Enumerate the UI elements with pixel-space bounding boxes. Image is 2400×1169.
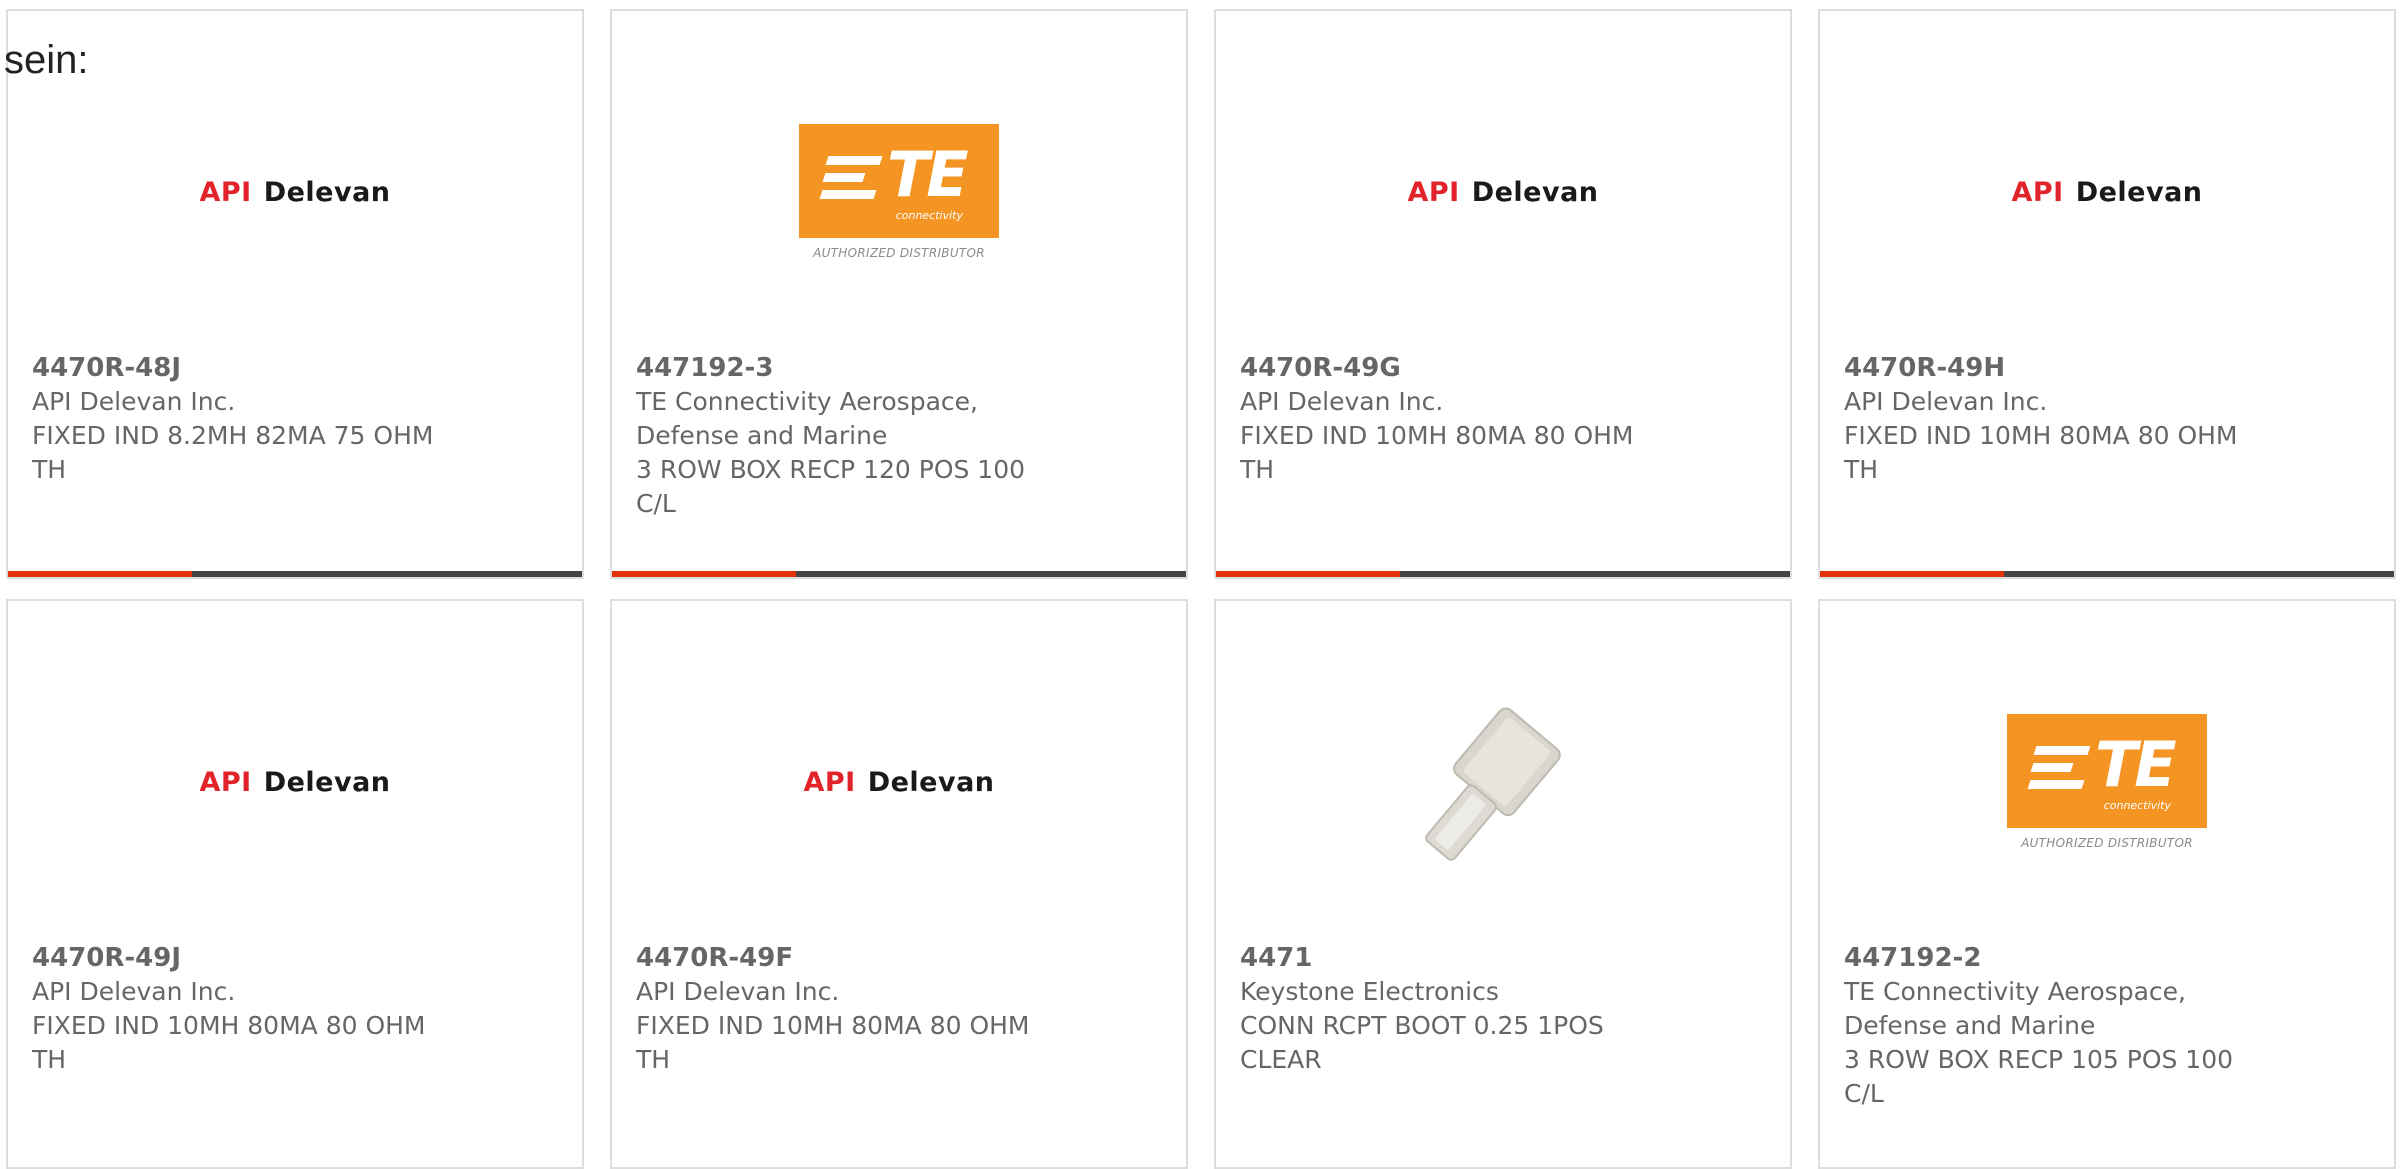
product-card[interactable]: API Delevan 4470R-49G API Delevan Inc. FI… bbox=[1214, 9, 1792, 579]
product-info: 4470R-49G API Delevan Inc. FIXED IND 10M… bbox=[1240, 351, 1680, 487]
connector-boot-image bbox=[1403, 682, 1603, 882]
product-card[interactable]: TE connectivity AUTHORIZED DISTRIBUTOR 4… bbox=[1818, 599, 2396, 1169]
manufacturer-name: API Delevan Inc. bbox=[636, 977, 840, 1006]
manufacturer-logo: API Delevan bbox=[1216, 97, 1790, 287]
part-number[interactable]: 4470R-48J bbox=[32, 351, 472, 385]
manufacturer-logo: API Delevan bbox=[1820, 97, 2394, 287]
product-description: FIXED IND 8.2MH 82MA 75 OHM bbox=[32, 421, 434, 450]
product-description-cont: TH bbox=[636, 1045, 671, 1074]
part-number[interactable]: 447192-3 bbox=[636, 351, 1076, 385]
authorized-distributor-label: AUTHORIZED DISTRIBUTOR bbox=[2021, 836, 2193, 850]
card-progress-bar bbox=[1820, 571, 2394, 577]
product-info: 4470R-49H API Delevan Inc. FIXED IND 10M… bbox=[1844, 351, 2284, 487]
api-delevan-logo: API Delevan bbox=[1407, 176, 1599, 208]
product-description-cont: TH bbox=[32, 1045, 67, 1074]
manufacturer-logo: API Delevan bbox=[8, 97, 582, 287]
product-card[interactable]: API Delevan 4470R-49J API Delevan Inc. FI… bbox=[6, 599, 584, 1169]
product-card[interactable]: TE connectivity AUTHORIZED DISTRIBUTOR 4… bbox=[610, 9, 1188, 579]
card-progress-bar bbox=[8, 571, 582, 577]
api-delevan-logo: API Delevan bbox=[199, 766, 391, 798]
intro-text: sein: bbox=[4, 38, 89, 82]
manufacturer-name: TE Connectivity Aerospace, Defense and M… bbox=[636, 387, 978, 450]
part-number[interactable]: 4471 bbox=[1240, 941, 1680, 975]
product-description: FIXED IND 10MH 80MA 80 OHM bbox=[1240, 421, 1634, 450]
product-description: CONN RCPT BOOT 0.25 1POS bbox=[1240, 1011, 1604, 1040]
authorized-distributor-label: AUTHORIZED DISTRIBUTOR bbox=[813, 246, 985, 260]
part-number[interactable]: 4470R-49G bbox=[1240, 351, 1680, 385]
product-description-cont: C/L bbox=[636, 489, 676, 518]
product-info: 447192-2 TE Connectivity Aerospace, Defe… bbox=[1844, 941, 2284, 1111]
product-description: FIXED IND 10MH 80MA 80 OHM bbox=[636, 1011, 1030, 1040]
product-info: 4470R-49J API Delevan Inc. FIXED IND 10M… bbox=[32, 941, 472, 1077]
api-delevan-logo: API Delevan bbox=[2011, 176, 2203, 208]
part-number[interactable]: 4470R-49F bbox=[636, 941, 1076, 975]
product-card[interactable]: API Delevan 4470R-49F API Delevan Inc. FI… bbox=[610, 599, 1188, 1169]
product-card[interactable]: API Delevan 4470R-48J API Delevan Inc. FI… bbox=[6, 9, 584, 579]
product-description-cont: C/L bbox=[1844, 1079, 1884, 1108]
product-description-cont: CLEAR bbox=[1240, 1045, 1322, 1074]
part-number[interactable]: 447192-2 bbox=[1844, 941, 2284, 975]
te-connectivity-logo: TE connectivity AUTHORIZED DISTRIBUTOR bbox=[2007, 714, 2207, 850]
product-card[interactable]: API Delevan 4470R-49H API Delevan Inc. FI… bbox=[1818, 9, 2396, 579]
card-progress-bar bbox=[1216, 571, 1790, 577]
api-delevan-logo: API Delevan bbox=[199, 176, 391, 208]
product-description: 3 ROW BOX RECP 120 POS 100 bbox=[636, 455, 1026, 484]
manufacturer-name: Keystone Electronics bbox=[1240, 977, 1499, 1006]
part-number[interactable]: 4470R-49J bbox=[32, 941, 472, 975]
product-description: 3 ROW BOX RECP 105 POS 100 bbox=[1844, 1045, 2234, 1074]
api-delevan-logo: API Delevan bbox=[803, 766, 995, 798]
product-image bbox=[1216, 682, 1790, 882]
product-description: FIXED IND 10MH 80MA 80 OHM bbox=[1844, 421, 2238, 450]
manufacturer-name: API Delevan Inc. bbox=[32, 977, 236, 1006]
product-info: 4471 Keystone Electronics CONN RCPT BOOT… bbox=[1240, 941, 1680, 1077]
product-info: 4470R-48J API Delevan Inc. FIXED IND 8.2… bbox=[32, 351, 472, 487]
card-progress-bar bbox=[612, 571, 1186, 577]
product-card[interactable]: 4471 Keystone Electronics CONN RCPT BOOT… bbox=[1214, 599, 1792, 1169]
manufacturer-logo: API Delevan bbox=[612, 687, 1186, 877]
manufacturer-name: API Delevan Inc. bbox=[32, 387, 236, 416]
product-info: 4470R-49F API Delevan Inc. FIXED IND 10M… bbox=[636, 941, 1076, 1077]
product-description-cont: TH bbox=[1844, 455, 1879, 484]
manufacturer-logo: API Delevan bbox=[8, 687, 582, 877]
manufacturer-name: TE Connectivity Aerospace, Defense and M… bbox=[1844, 977, 2186, 1040]
manufacturer-name: API Delevan Inc. bbox=[1240, 387, 1444, 416]
product-description-cont: TH bbox=[32, 455, 67, 484]
manufacturer-logo: TE connectivity AUTHORIZED DISTRIBUTOR bbox=[1820, 687, 2394, 877]
manufacturer-logo: TE connectivity AUTHORIZED DISTRIBUTOR bbox=[612, 97, 1186, 287]
te-connectivity-logo: TE connectivity AUTHORIZED DISTRIBUTOR bbox=[799, 124, 999, 260]
product-description-cont: TH bbox=[1240, 455, 1275, 484]
product-info: 447192-3 TE Connectivity Aerospace, Defe… bbox=[636, 351, 1076, 521]
part-number[interactable]: 4470R-49H bbox=[1844, 351, 2284, 385]
product-description: FIXED IND 10MH 80MA 80 OHM bbox=[32, 1011, 426, 1040]
manufacturer-name: API Delevan Inc. bbox=[1844, 387, 2048, 416]
